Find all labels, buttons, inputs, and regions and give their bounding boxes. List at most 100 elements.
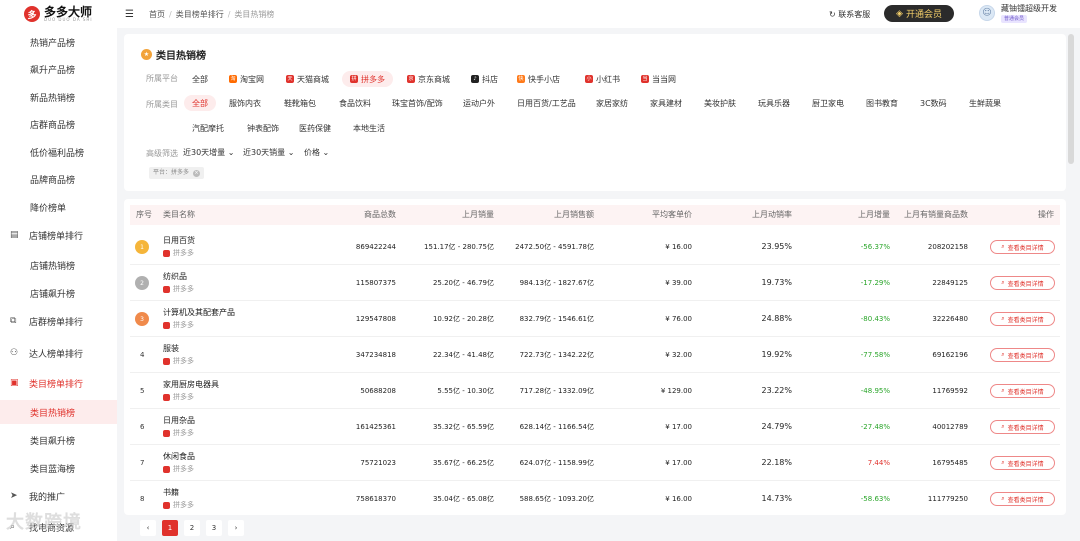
category-chip[interactable]: 医药保健	[291, 120, 339, 136]
sidebar-item-category-rising[interactable]: 类目飙升榜	[0, 428, 117, 452]
view-category-detail-button[interactable]: ⌕ 查看类目详情	[990, 312, 1055, 326]
category-chip[interactable]: 钟表配饰	[239, 120, 287, 136]
chip-label: 医药保健	[299, 123, 331, 133]
chip-label: 淘宝网	[240, 74, 264, 84]
sidebar-item-category-blue-ocean[interactable]: 类目蓝海榜	[0, 456, 117, 480]
sidebar-item-store-rising[interactable]: 店铺飙升榜	[0, 281, 117, 305]
platform-chip-tmall[interactable]: 天天猫商城	[278, 71, 337, 87]
sidebar-item-price-drop[interactable]: 降价榜单	[0, 195, 117, 219]
chip-label: 服饰内衣	[229, 98, 261, 108]
dropdown-30d-sales[interactable]: 近30天销量 ⌄	[243, 147, 294, 158]
view-category-detail-button[interactable]: ⌕ 查看类目详情	[990, 240, 1055, 254]
category-name[interactable]: 日用百货	[163, 235, 195, 246]
search-icon: ⌕	[1001, 423, 1005, 430]
sidebar-item-low-price[interactable]: 低价福利品榜	[0, 140, 117, 164]
category-chip[interactable]: 鞋靴箱包	[276, 95, 324, 111]
category-chip[interactable]: 厨卫家电	[804, 95, 852, 111]
view-category-detail-button[interactable]: ⌕ 查看类目详情	[990, 492, 1055, 506]
breadcrumb-category-rank[interactable]: 类目榜单排行	[176, 9, 224, 20]
category-chip[interactable]: 3C数码	[912, 95, 955, 111]
category-chip[interactable]: 美妆护肤	[696, 95, 744, 111]
open-vip-button[interactable]: ◈ 开通会员	[884, 5, 954, 22]
cell-total: 50688208	[360, 387, 396, 395]
category-chip-all[interactable]: 全部	[184, 95, 216, 111]
avatar[interactable]: ☺	[979, 5, 995, 21]
breadcrumb-home[interactable]: 首页	[149, 9, 165, 20]
sidebar-item-category-hot[interactable]: 类目热销榜	[0, 400, 117, 424]
platform-chip-all[interactable]: 全部	[184, 71, 216, 87]
category-chip[interactable]: 生鲜蔬果	[961, 95, 1009, 111]
sidebar-item-rising-products[interactable]: 飙升产品榜	[0, 57, 117, 81]
member-badge: 普通会员	[1001, 15, 1028, 23]
brand-logo[interactable]: 多 多多大师 DUO DUO DA SHI	[0, 0, 117, 28]
view-category-detail-button[interactable]: ⌕ 查看类目详情	[990, 348, 1055, 362]
medal-icon: ★	[141, 49, 152, 60]
category-chip[interactable]: 家具建材	[642, 95, 690, 111]
dropdown-30d-increase[interactable]: 近30天增量 ⌄	[183, 147, 234, 158]
prev-page-button[interactable]: ‹	[140, 520, 156, 536]
sidebar-group-influencer-rank[interactable]: ⚇ 达人榜单排行 ⌄	[0, 341, 117, 365]
platform-chip-dangdang[interactable]: 当当当网	[633, 71, 684, 87]
filter-panel: ★ 类目热销榜 所属平台 全部 淘淘宝网 天天猫商城 拼拼多多 京京东商城 ♪ 抖…	[124, 34, 1066, 191]
category-name[interactable]: 书籍	[163, 487, 179, 498]
user-name[interactable]: 藏铀镭超级开发	[1001, 3, 1057, 14]
platform-chip-kuaishou[interactable]: 快快手小店	[509, 71, 568, 87]
platform-chip-jd[interactable]: 京京东商城	[399, 71, 458, 87]
scrollbar[interactable]	[1068, 34, 1074, 164]
pagination: ‹ 1 2 3 ›	[140, 520, 250, 536]
page-button-2[interactable]: 2	[184, 520, 200, 536]
category-chip[interactable]: 珠宝首饰/配饰	[384, 95, 451, 111]
chevron-down-icon: ⌄	[287, 148, 295, 157]
platform-chip-douyin[interactable]: ♪ 抖店	[463, 71, 506, 87]
category-chip[interactable]: 运动户外	[455, 95, 503, 111]
sidebar-item-label: 店群商品榜	[30, 120, 76, 131]
cell-growth: -56.37%	[860, 243, 890, 251]
close-icon[interactable]: ×	[193, 170, 201, 177]
chip-label: 拼多多	[361, 74, 385, 84]
view-category-detail-button[interactable]: ⌕ 查看类目详情	[990, 276, 1055, 290]
sidebar-group-store-rank[interactable]: ▤ 店铺榜单排行 ⌃	[0, 223, 117, 247]
category-chip[interactable]: 本地生活	[345, 120, 393, 136]
sidebar-item-store-hot[interactable]: 店铺热销榜	[0, 253, 117, 277]
sidebar-item-hot-products[interactable]: 热销产品榜	[0, 30, 117, 54]
view-category-detail-button[interactable]: ⌕ 查看类目详情	[990, 384, 1055, 398]
category-name[interactable]: 家用厨房电器具	[163, 379, 219, 390]
platform-chip-taobao[interactable]: 淘淘宝网	[221, 71, 272, 87]
sidebar-group-my-promotion[interactable]: ➤ 我的推广	[0, 484, 117, 508]
chevron-down-icon: ⌄	[75, 349, 81, 357]
category-chip[interactable]: 家居家纺	[588, 95, 636, 111]
page-button-3[interactable]: 3	[206, 520, 222, 536]
category-chip[interactable]: 服饰内衣	[221, 95, 269, 111]
category-name[interactable]: 服装	[163, 343, 179, 354]
chip-label: 全部	[192, 98, 208, 108]
table-row: 8 书籍 拼多多 758618370 35.04亿 - 65.08亿 588.65亿 - …	[130, 481, 1060, 515]
sidebar-item-new-products[interactable]: 新品热销榜	[0, 85, 117, 109]
sidebar-item-brand-products[interactable]: 品牌商品榜	[0, 167, 117, 191]
category-chip[interactable]: 图书教育	[858, 95, 906, 111]
category-chip[interactable]: 日用百货/工艺品	[509, 95, 584, 111]
category-chip[interactable]: 汽配摩托	[184, 120, 232, 136]
category-name[interactable]: 休闲食品	[163, 451, 195, 462]
view-category-detail-button[interactable]: ⌕ 查看类目详情	[990, 456, 1055, 470]
next-page-button[interactable]: ›	[228, 520, 244, 536]
platform-chip-pinduoduo[interactable]: 拼拼多多	[342, 71, 393, 87]
sidebar-item-store-group-products[interactable]: 店群商品榜	[0, 112, 117, 136]
sidebar-group-store-group-rank[interactable]: ⧉ 店群榜单排行 ⌄	[0, 309, 117, 333]
sidebar-group-category-rank[interactable]: ▣ 类目榜单排行 ⌃	[0, 371, 117, 395]
pinduoduo-icon	[163, 429, 170, 437]
page-button-1[interactable]: 1	[162, 520, 178, 536]
category-name[interactable]: 纺织品	[163, 271, 187, 282]
category-name[interactable]: 日用杂品	[163, 415, 195, 426]
menu-toggle-icon[interactable]: ☰	[125, 9, 137, 20]
category-name[interactable]: 计算机及其配套产品	[163, 307, 235, 318]
cell-revenue: 717.28亿 - 1332.09亿	[519, 387, 594, 395]
advanced-filter-label: 高级筛选	[146, 149, 178, 158]
headset-icon: ↻	[829, 9, 836, 19]
contact-service-link[interactable]: ↻ 联系客服	[829, 9, 870, 20]
category-chip[interactable]: 食品饮料	[331, 95, 379, 111]
cell-selling-count: 22849125	[932, 279, 968, 287]
category-chip[interactable]: 玩具乐器	[750, 95, 798, 111]
platform-chip-xiaohongshu[interactable]: 小小红书	[577, 71, 628, 87]
dropdown-price[interactable]: 价格 ⌄	[304, 147, 329, 158]
view-category-detail-button[interactable]: ⌕ 查看类目详情	[990, 420, 1055, 434]
